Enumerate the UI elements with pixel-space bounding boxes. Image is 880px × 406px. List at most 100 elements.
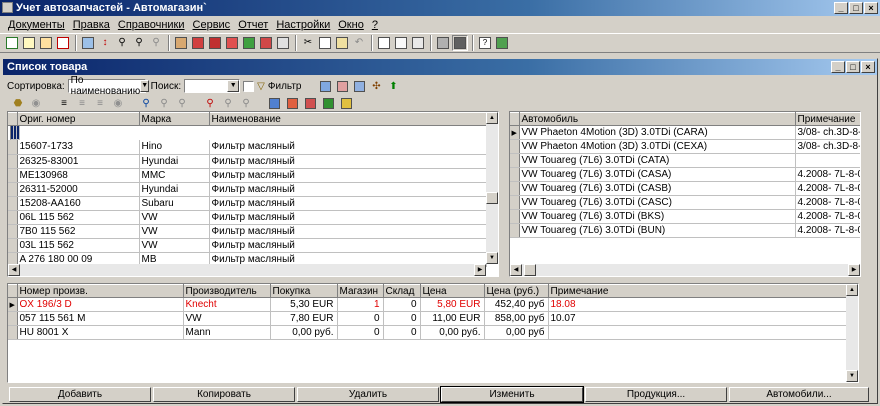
paste-icon[interactable] bbox=[334, 35, 350, 51]
table-cell[interactable]: 26311-52000 bbox=[17, 182, 140, 197]
menu-window[interactable]: Окно bbox=[334, 19, 368, 31]
column-header[interactable]: Номер произв. bbox=[17, 284, 184, 298]
row-indicator[interactable] bbox=[8, 238, 18, 253]
table-row[interactable]: VW Touareg (7L6) 3.0TDi (CASB) 4.2008- 7L… bbox=[510, 181, 860, 196]
menu-references[interactable]: Справочники bbox=[114, 19, 189, 31]
scroll-left-icon[interactable]: ◀ bbox=[8, 264, 20, 276]
delete-button[interactable]: Удалить bbox=[297, 387, 439, 402]
row-indicator[interactable] bbox=[510, 209, 520, 224]
sort-icon[interactable]: ↕ bbox=[97, 35, 113, 51]
catalog-red3-icon[interactable] bbox=[224, 35, 240, 51]
tag-icon[interactable]: ⬣ bbox=[11, 96, 25, 110]
table-cell[interactable]: Фильтр масляный bbox=[209, 196, 487, 211]
table-cell[interactable]: Фильтр масляный bbox=[209, 224, 487, 239]
edit-pencil-icon[interactable] bbox=[38, 35, 54, 51]
close-button[interactable]: × bbox=[864, 2, 878, 14]
column-header[interactable]: Примечание bbox=[795, 112, 860, 126]
scroll-left-icon[interactable]: ◀ bbox=[510, 264, 522, 276]
table-row[interactable]: ▶ OX 196/3 D Knecht 5,30 EUR 1 0 5,80 EUR 452,4… bbox=[8, 297, 849, 312]
find-next-icon[interactable]: ⚲ bbox=[157, 96, 171, 110]
menu-settings[interactable]: Настройки bbox=[272, 19, 334, 31]
binoculars-icon[interactable]: ⚲ bbox=[114, 35, 130, 51]
table-cell[interactable]: VW Touareg (7L6) 3.0TDi (CASC) bbox=[519, 195, 796, 210]
maximize-button[interactable]: □ bbox=[849, 2, 863, 14]
table-cell[interactable]: 4.2008- 7L-8-07 bbox=[795, 209, 860, 224]
column-header[interactable]: Магазин bbox=[337, 284, 384, 298]
menu-report[interactable]: Отчет bbox=[234, 19, 272, 31]
catalog-red2-icon[interactable] bbox=[207, 35, 223, 51]
scroll-up-icon[interactable]: ▲ bbox=[846, 284, 858, 296]
minimize-button[interactable]: _ bbox=[834, 2, 848, 14]
row-indicator[interactable] bbox=[510, 223, 520, 238]
offers-vertical-scrollbar[interactable]: ▲ ▼ bbox=[846, 284, 858, 382]
table-cell[interactable]: HU 8001 X bbox=[17, 325, 184, 340]
products-button[interactable]: Продукция... bbox=[585, 387, 727, 402]
parts-horizontal-scrollbar[interactable]: ◀ ▶ bbox=[8, 264, 486, 276]
row-indicator[interactable] bbox=[510, 181, 520, 196]
column-header[interactable]: Примечание bbox=[548, 284, 849, 298]
edit-document-icon[interactable] bbox=[21, 35, 37, 51]
table-row[interactable]: 06L 115 562 VW Фильтр масляный bbox=[8, 210, 487, 225]
table-cell[interactable]: VW Touareg (7L6) 3.0TDi (CATA) bbox=[519, 153, 796, 168]
parts-grid[interactable]: Ориг. номер Марка Наименование ▶057 115 … bbox=[7, 111, 499, 277]
table-cell[interactable]: VW Touareg (7L6) 3.0TDi (BUN) bbox=[519, 223, 796, 238]
row-indicator[interactable] bbox=[8, 154, 18, 169]
child-maximize-button[interactable]: □ bbox=[846, 61, 860, 73]
table-cell[interactable]: Knecht bbox=[183, 297, 271, 312]
row-indicator[interactable]: ▶ bbox=[510, 125, 520, 140]
catalog-red4-icon[interactable] bbox=[258, 35, 274, 51]
import-red2-icon[interactable] bbox=[303, 96, 317, 110]
row-indicator[interactable] bbox=[8, 168, 18, 183]
row-indicator[interactable] bbox=[8, 140, 18, 155]
table-cell[interactable]: Фильтр масляный bbox=[209, 140, 487, 155]
table-cell[interactable]: Mann bbox=[183, 325, 271, 340]
print-preview-icon[interactable] bbox=[376, 35, 392, 51]
table-row[interactable]: VW Touareg (7L6) 3.0TDi (BKS) 4.2008- 7L-… bbox=[510, 209, 860, 224]
row-indicator[interactable] bbox=[510, 195, 520, 210]
table-cell[interactable]: Фильтр масляный bbox=[209, 182, 487, 197]
table-cell[interactable]: 4.2008- 7L-8-07 bbox=[795, 167, 860, 182]
column-header[interactable]: Автомобиль bbox=[519, 112, 796, 126]
scroll-down-icon[interactable]: ▼ bbox=[486, 252, 498, 264]
find-prev-red-icon[interactable]: ⚲ bbox=[239, 96, 253, 110]
child-minimize-button[interactable]: _ bbox=[831, 61, 845, 73]
table-cell[interactable]: 0 bbox=[383, 297, 421, 312]
table-cell[interactable]: 5,30 EUR bbox=[270, 297, 338, 312]
table-cell[interactable]: 1 bbox=[337, 297, 384, 312]
table-cell[interactable]: Фильтр масляный bbox=[17, 126, 20, 140]
table-cell[interactable]: MMC bbox=[139, 168, 210, 183]
table-cell[interactable]: 15208-AA160 bbox=[17, 196, 140, 211]
table-cell[interactable]: 11,00 EUR bbox=[420, 311, 485, 326]
copy-button[interactable]: Копировать bbox=[153, 387, 295, 402]
exit-icon[interactable] bbox=[494, 35, 510, 51]
tools-icon[interactable] bbox=[173, 35, 189, 51]
table-cell[interactable]: 03L 115 562 bbox=[17, 238, 140, 253]
table-cell[interactable]: Hino bbox=[139, 140, 210, 155]
table-cell[interactable]: 0 bbox=[337, 325, 384, 340]
table-cell[interactable]: VW Touareg (7L6) 3.0TDi (BKS) bbox=[519, 209, 796, 224]
table-cell[interactable]: 5,80 EUR bbox=[420, 297, 485, 312]
import-red-icon[interactable] bbox=[285, 96, 299, 110]
child-window-titlebar[interactable]: Список товара _ □ × bbox=[3, 59, 877, 75]
cars-button[interactable]: Автомобили... bbox=[729, 387, 869, 402]
filter-checkbox[interactable] bbox=[243, 80, 255, 92]
row-indicator[interactable] bbox=[8, 311, 18, 326]
table-row[interactable]: ME130968 MMC Фильтр масляный bbox=[8, 168, 487, 183]
chart-icon[interactable] bbox=[410, 35, 426, 51]
row-indicator[interactable] bbox=[8, 196, 18, 211]
table-cell[interactable]: 0,00 руб. bbox=[420, 325, 485, 340]
table-cell[interactable]: 4.2008- 7L-8-07 bbox=[795, 223, 860, 238]
binoculars-red-icon[interactable]: ⚲ bbox=[203, 96, 217, 110]
find-prev-icon[interactable]: ⚲ bbox=[175, 96, 189, 110]
table-row[interactable]: ▶ VW Phaeton 4Motion (3D) 3.0TDi (CARA) 3/… bbox=[510, 125, 860, 140]
row-indicator[interactable]: ▶ bbox=[8, 297, 18, 312]
table-cell[interactable]: 3/08- ch.3D-8-0 bbox=[795, 139, 860, 154]
table-cell[interactable]: VW bbox=[139, 210, 210, 225]
grid-blue-icon[interactable] bbox=[318, 79, 332, 93]
calculator-icon[interactable] bbox=[452, 35, 468, 51]
binoculars-icon[interactable]: ⚲ bbox=[139, 96, 153, 110]
table-row[interactable]: 057 115 561 M VW 7,80 EUR 0 0 11,00 EUR 858,00… bbox=[8, 311, 849, 326]
find-prev-icon[interactable]: ⚲ bbox=[148, 35, 164, 51]
table-icon[interactable] bbox=[80, 35, 96, 51]
report-icon[interactable] bbox=[393, 35, 409, 51]
